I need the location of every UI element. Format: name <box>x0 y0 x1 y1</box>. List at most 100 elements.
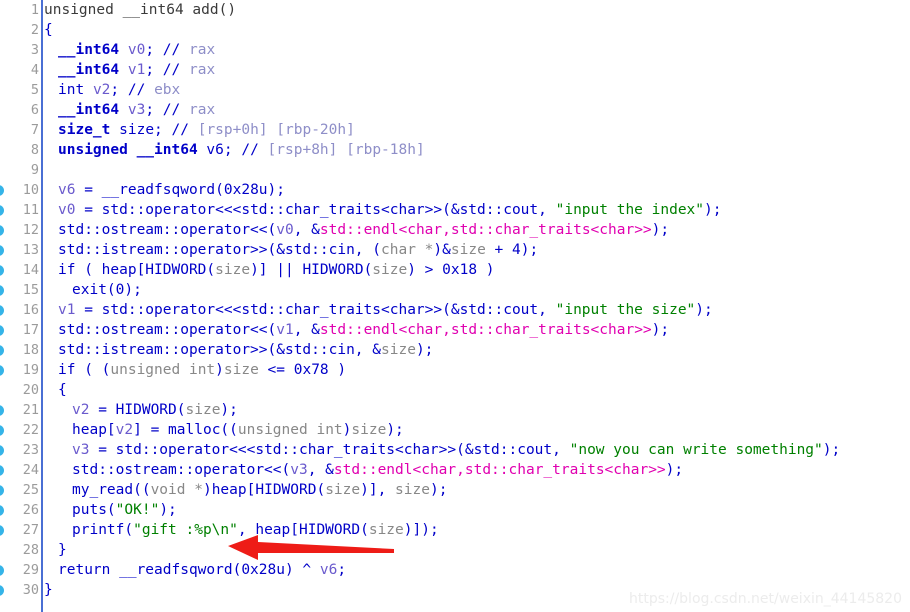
breakpoint-dot-icon[interactable] <box>0 265 4 276</box>
line-number: 26 <box>22 502 39 518</box>
gutter-row[interactable]: 20 <box>0 380 42 400</box>
code-line[interactable]: if ( (unsigned int)size <= 0x78 ) <box>58 360 346 380</box>
code-line[interactable]: v6 = __readfsqword(0x28u); <box>58 180 285 200</box>
gutter-row[interactable]: 4 <box>0 60 42 80</box>
breakpoint-dot-icon[interactable] <box>0 465 4 476</box>
code-line[interactable]: std::istream::operator>>(&std::cin, &siz… <box>58 340 433 360</box>
breakpoint-dot-icon[interactable] <box>0 285 4 296</box>
breakpoint-dot-icon[interactable] <box>0 405 4 416</box>
code-line[interactable]: int v2; // ebx <box>58 80 180 100</box>
code-token: int <box>58 82 85 98</box>
code-line[interactable]: exit(0); <box>72 280 142 300</box>
gutter-row[interactable]: 5 <box>0 80 42 100</box>
gutter-row[interactable]: 17 <box>0 320 42 340</box>
breakpoint-dot-icon[interactable] <box>0 305 4 316</box>
code-line[interactable]: size_t size; // [rsp+0h] [rbp-20h] <box>58 120 355 140</box>
gutter-row[interactable]: 22 <box>0 420 42 440</box>
gutter-row[interactable]: 16 <box>0 300 42 320</box>
gutter-row[interactable]: 9 <box>0 160 42 180</box>
breakpoint-dot-icon[interactable] <box>0 245 4 256</box>
code-line[interactable]: puts("OK!"); <box>72 500 177 520</box>
code-line[interactable]: __int64 v1; // rax <box>58 60 215 80</box>
code-line[interactable]: } <box>58 540 67 560</box>
code-line[interactable]: v0 = std::operator<<<std::char_traits<ch… <box>58 200 721 220</box>
gutter-row[interactable]: 29 <box>0 560 42 580</box>
gutter-row[interactable]: 28 <box>0 540 42 560</box>
breakpoint-dot-icon[interactable] <box>0 225 4 236</box>
gutter-row[interactable]: 1 <box>0 0 42 20</box>
gutter-row[interactable]: 13 <box>0 240 42 260</box>
breakpoint-dot-icon[interactable] <box>0 365 4 376</box>
breakpoint-dot-icon[interactable] <box>0 345 4 356</box>
gutter-row[interactable]: 7 <box>0 120 42 140</box>
code-token: ); <box>159 502 177 518</box>
breakpoint-dot-icon[interactable] <box>0 185 4 196</box>
code-line[interactable]: { <box>44 20 53 40</box>
line-number: 13 <box>22 242 39 258</box>
code-token: size_t <box>58 122 111 138</box>
code-area[interactable]: unsigned __int64 add() {__int64 v0; // ra… <box>44 0 910 612</box>
gutter-row[interactable]: 14 <box>0 260 42 280</box>
code-line[interactable]: __int64 v0; // rax <box>58 40 215 60</box>
code-line[interactable]: if ( heap[HIDWORD(size)] || HIDWORD(size… <box>58 260 495 280</box>
breakpoint-dot-icon[interactable] <box>0 445 4 456</box>
code-line[interactable]: my_read((void *)heap[HIDWORD(size)], siz… <box>72 480 447 500</box>
code-token: unsigned int <box>110 362 216 378</box>
gutter-row[interactable]: 18 <box>0 340 42 360</box>
code-token: ); <box>665 462 684 478</box>
code-line[interactable]: printf("gift :%p\n", heap[HIDWORD(size)]… <box>72 520 439 540</box>
breakpoint-dot-icon[interactable] <box>0 205 4 216</box>
code-line[interactable]: std::ostream::operator<<(v0, &std::endl<… <box>58 220 669 240</box>
code-token: , <box>237 522 256 538</box>
code-line[interactable]: v2 = HIDWORD(size); <box>72 400 238 420</box>
gutter-row[interactable]: 3 <box>0 40 42 60</box>
code-token: v6 <box>58 182 76 198</box>
gutter-row[interactable]: 19 <box>0 360 42 380</box>
code-line[interactable]: } <box>44 580 53 600</box>
code-line[interactable]: __int64 v3; // rax <box>58 100 215 120</box>
code-line[interactable]: { <box>58 380 67 400</box>
breakpoint-dot-icon[interactable] <box>0 565 4 576</box>
code-line[interactable]: v1 = std::operator<<<std::char_traits<ch… <box>58 300 713 320</box>
breakpoint-dot-icon[interactable] <box>0 525 4 536</box>
code-line[interactable]: v3 = std::operator<<<std::char_traits<ch… <box>72 440 840 460</box>
code-line[interactable]: std::istream::operator>>(&std::cin, (cha… <box>58 240 538 260</box>
line-number: 5 <box>30 82 39 98</box>
code-token: <= 0x78 ) <box>258 362 347 378</box>
gutter-row[interactable]: 8 <box>0 140 42 160</box>
code-line[interactable]: return __readfsqword(0x28u) ^ v6; <box>58 560 346 580</box>
gutter-row[interactable]: 25 <box>0 480 42 500</box>
code-token: } <box>44 582 53 598</box>
code-token: return __readfsqword(0x28u) ^ <box>58 562 320 578</box>
code-line[interactable]: unsigned __int64 add() <box>44 0 236 20</box>
line-number-gutter[interactable]: 1 2 3 4 5 6 7 8 9 10 11 12 13 14 15 16 17 18 19 20 21 22 23 24 2… <box>0 0 42 612</box>
code-line[interactable]: std::ostream::operator<<(v1, &std::endl<… <box>58 320 669 340</box>
gutter-row[interactable]: 21 <box>0 400 42 420</box>
breakpoint-dot-icon[interactable] <box>0 325 4 336</box>
gutter-row[interactable]: 6 <box>0 100 42 120</box>
gutter-row[interactable]: 11 <box>0 200 42 220</box>
code-token: = __readfsqword(0x28u); <box>75 182 285 198</box>
gutter-row[interactable]: 12 <box>0 220 42 240</box>
breakpoint-dot-icon[interactable] <box>0 585 4 596</box>
code-line[interactable]: std::ostream::operator<<(v3, &std::endl<… <box>72 460 683 480</box>
gutter-row[interactable]: 2 <box>0 20 42 40</box>
code-token: "gift :%p\n" <box>133 522 238 538</box>
gutter-row[interactable]: 27 <box>0 520 42 540</box>
code-line[interactable]: heap[v2] = malloc((unsigned int)size); <box>72 420 404 440</box>
code-token: , & <box>293 322 320 338</box>
code-token: heap <box>211 482 247 498</box>
gutter-row[interactable]: 30 <box>0 580 42 600</box>
pseudocode-editor[interactable]: 1 2 3 4 5 6 7 8 9 10 11 12 13 14 15 16 17 18 19 20 21 22 23 24 2… <box>0 0 910 612</box>
gutter-row[interactable]: 15 <box>0 280 42 300</box>
gutter-row[interactable]: 23 <box>0 440 42 460</box>
breakpoint-dot-icon[interactable] <box>0 485 4 496</box>
gutter-row[interactable]: 10 <box>0 180 42 200</box>
breakpoint-dot-icon[interactable] <box>0 425 4 436</box>
line-number: 4 <box>30 62 39 78</box>
gutter-row[interactable]: 26 <box>0 500 42 520</box>
code-line[interactable]: unsigned __int64 v6; // [rsp+8h] [rbp-18… <box>58 140 425 160</box>
gutter-row[interactable]: 24 <box>0 460 42 480</box>
breakpoint-dot-icon[interactable] <box>0 505 4 516</box>
